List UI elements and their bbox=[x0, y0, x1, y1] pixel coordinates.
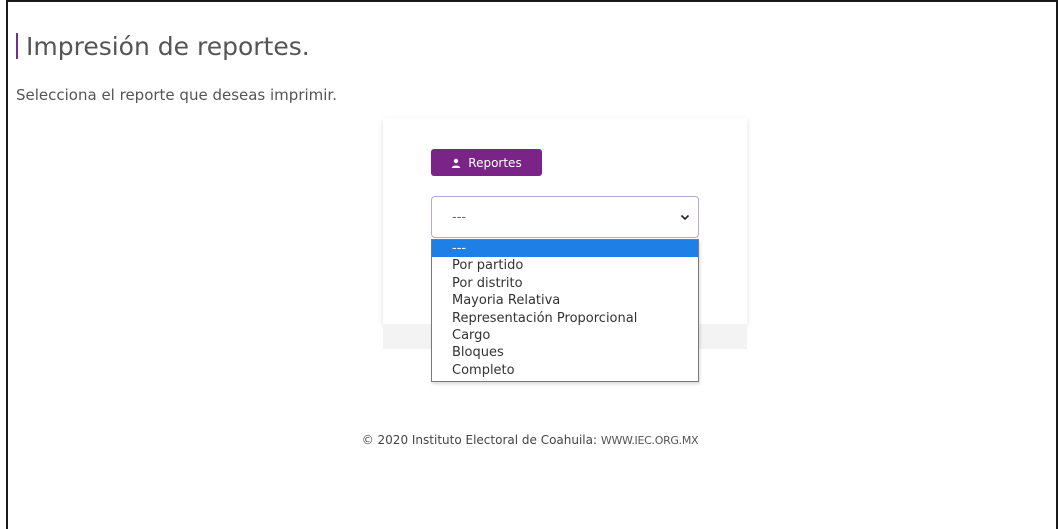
dropdown-option[interactable]: Cargo bbox=[432, 327, 698, 344]
dropdown-option[interactable]: --- bbox=[432, 240, 698, 258]
title-accent-bar bbox=[16, 33, 18, 59]
reportes-button-label: Reportes bbox=[468, 155, 522, 170]
site-footer: © 2020 Instituto Electoral de Coahuila: … bbox=[0, 433, 1060, 447]
report-dropdown-list: --- Por partido Por distrito Mayoria Rel… bbox=[431, 239, 699, 382]
page-title: Impresión de reportes. bbox=[16, 31, 310, 61]
chevron-down-icon bbox=[680, 214, 690, 221]
reportes-button[interactable]: Reportes bbox=[431, 149, 542, 176]
report-select[interactable]: --- bbox=[431, 196, 699, 238]
dropdown-option[interactable]: Por partido bbox=[432, 257, 698, 274]
footer-copyright: © 2020 Instituto Electoral de Coahuila: bbox=[361, 433, 598, 447]
footer-url-link[interactable]: WWW.IEC.ORG.MX bbox=[601, 434, 699, 447]
dropdown-option[interactable]: Completo bbox=[432, 362, 698, 379]
page-subtitle: Selecciona el reporte que deseas imprimi… bbox=[16, 86, 337, 104]
dropdown-option[interactable]: Bloques bbox=[432, 344, 698, 361]
dropdown-option[interactable]: Mayoria Relativa bbox=[432, 292, 698, 309]
report-select-value: --- bbox=[452, 209, 467, 225]
dropdown-option[interactable]: Por distrito bbox=[432, 275, 698, 292]
user-icon bbox=[452, 158, 461, 168]
page-title-text: Impresión de reportes. bbox=[26, 31, 310, 61]
dropdown-option[interactable]: Representación Proporcional bbox=[432, 310, 698, 327]
